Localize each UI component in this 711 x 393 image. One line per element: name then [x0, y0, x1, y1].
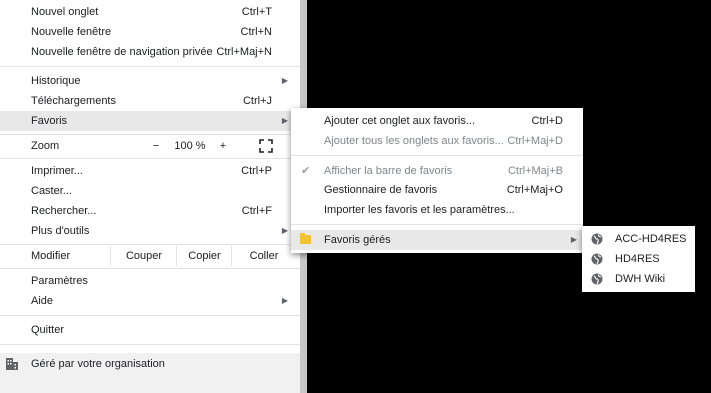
menu-separator — [0, 158, 300, 159]
menu-item-label: Favoris gérés — [324, 234, 391, 246]
cut-button[interactable]: Couper — [110, 246, 177, 266]
submenu-arrow-icon: ▶ — [281, 116, 288, 125]
submenu-arrow-icon: ▶ — [281, 226, 288, 235]
menu-separator — [0, 134, 300, 135]
menu-item-downloads[interactable]: Téléchargements Ctrl+J — [0, 91, 300, 111]
copy-button[interactable]: Copier — [176, 246, 232, 266]
folder-icon — [300, 233, 311, 244]
fullscreen-icon — [259, 139, 273, 153]
menu-edit-row: Modifier Couper Copier Coller — [0, 246, 300, 266]
menu-item-label: Rechercher... — [31, 205, 97, 217]
menu-item-label: Nouvel onglet — [31, 6, 99, 18]
menu-item-shortcut: Ctrl+N — [240, 26, 272, 38]
menu-item-quit[interactable]: Quitter — [0, 320, 300, 340]
submenu-item-import-bookmarks[interactable]: Importer les favoris et les paramètres..… — [291, 200, 583, 220]
globe-icon — [591, 273, 603, 285]
menu-item-new-incognito-window[interactable]: Nouvelle fenêtre de navigation privée Ct… — [0, 42, 300, 62]
bookmark-label: DWH Wiki — [615, 273, 666, 285]
submenu-item-managed-bookmarks[interactable]: Favoris gérés ▶ — [291, 230, 583, 250]
menu-item-print[interactable]: Imprimer... Ctrl+P — [0, 161, 300, 181]
menu-item-label: Ajouter tous les onglets aux favoris... — [324, 135, 504, 147]
menu-item-label: Nouvelle fenêtre — [31, 26, 112, 38]
zoom-in-button[interactable]: + — [212, 136, 234, 156]
paste-button[interactable]: Coller — [231, 246, 296, 266]
menu-item-find[interactable]: Rechercher... Ctrl+F — [0, 201, 300, 221]
menu-item-label: Gestionnaire de favoris — [324, 184, 438, 196]
menu-item-settings[interactable]: Paramètres — [0, 271, 300, 291]
submenu-item-show-bookmarks-bar[interactable]: ✔ Afficher la barre de favoris Ctrl+Maj+… — [291, 161, 583, 181]
menu-zoom-row: Zoom − 100 % + — [0, 136, 300, 156]
bookmark-item[interactable]: ACC-HD4RES — [582, 229, 695, 249]
menu-separator — [0, 344, 300, 345]
menu-item-shortcut: Ctrl+Maj+N — [216, 46, 272, 58]
menu-item-label: Caster... — [31, 185, 72, 197]
submenu-item-add-all-tabs[interactable]: Ajouter tous les onglets aux favoris... … — [291, 131, 583, 151]
menu-separator — [0, 315, 300, 316]
menu-item-shortcut: Ctrl+Maj+D — [507, 135, 563, 147]
submenu-arrow-icon: ▶ — [281, 296, 288, 305]
submenu-item-add-tab-bookmark[interactable]: Ajouter cet onglet aux favoris... Ctrl+D — [291, 111, 583, 131]
menu-item-help[interactable]: Aide ▶ — [0, 291, 300, 311]
menu-separator — [0, 66, 300, 67]
managed-bookmarks-submenu: ACC-HD4RES HD4RES DWH Wiki — [582, 226, 695, 292]
bookmark-label: HD4RES — [615, 253, 660, 265]
menu-item-label: Téléchargements — [31, 95, 116, 107]
menu-item-label: Nouvelle fenêtre de navigation privée — [31, 46, 213, 58]
menu-item-label: Plus d'outils — [31, 225, 90, 237]
building-icon — [6, 358, 18, 370]
menu-item-shortcut: Ctrl+Maj+B — [507, 165, 563, 177]
zoom-out-button[interactable]: − — [145, 136, 167, 156]
menu-item-history[interactable]: Historique ▶ — [0, 71, 300, 91]
bookmarks-submenu: Ajouter cet onglet aux favoris... Ctrl+D… — [291, 108, 583, 253]
menu-separator — [0, 268, 300, 269]
bookmark-item[interactable]: HD4RES — [582, 249, 695, 269]
menu-separator — [0, 244, 300, 245]
submenu-arrow-icon: ▶ — [570, 235, 577, 244]
menu-item-label: Importer les favoris et les paramètres..… — [324, 204, 515, 216]
bookmark-label: ACC-HD4RES — [615, 233, 687, 245]
menu-item-shortcut: Ctrl+T — [241, 6, 272, 18]
menu-item-shortcut: Ctrl+Maj+O — [506, 184, 563, 196]
menu-item-label: Imprimer... — [31, 165, 83, 177]
menu-item-label: Quitter — [31, 324, 65, 336]
chrome-main-menu: Nouvel onglet Ctrl+T Nouvelle fenêtre Ct… — [0, 0, 300, 393]
zoom-label: Zoom — [31, 140, 60, 152]
globe-icon — [591, 253, 603, 265]
menu-item-label: Historique — [31, 75, 81, 87]
globe-icon — [591, 233, 603, 245]
menu-separator — [291, 224, 583, 225]
menu-item-label: Afficher la barre de favoris — [324, 165, 453, 177]
menu-item-new-tab[interactable]: Nouvel onglet Ctrl+T — [0, 2, 300, 22]
menu-item-new-window[interactable]: Nouvelle fenêtre Ctrl+N — [0, 22, 300, 42]
bookmark-item[interactable]: DWH Wiki — [582, 269, 695, 289]
menu-item-label: Favoris — [31, 115, 68, 127]
menu-item-managed-by-org[interactable]: Géré par votre organisation — [0, 353, 300, 393]
menu-item-bookmarks[interactable]: Favoris ▶ — [0, 111, 300, 131]
submenu-arrow-icon: ▶ — [281, 76, 288, 85]
submenu-item-bookmark-manager[interactable]: Gestionnaire de favoris Ctrl+Maj+O — [291, 180, 583, 200]
menu-item-shortcut: Ctrl+D — [531, 115, 563, 127]
menu-item-label: Géré par votre organisation — [31, 358, 165, 370]
menu-item-shortcut: Ctrl+J — [242, 95, 272, 107]
menu-item-more-tools[interactable]: Plus d'outils ▶ — [0, 221, 300, 241]
menu-item-label: Aide — [31, 295, 54, 307]
menu-item-label: Ajouter cet onglet aux favoris... — [324, 115, 476, 127]
menu-item-shortcut: Ctrl+P — [241, 165, 272, 177]
menu-item-cast[interactable]: Caster... — [0, 181, 300, 201]
checkmark-icon: ✔ — [301, 165, 311, 177]
zoom-level: 100 % — [174, 140, 206, 152]
menu-separator — [291, 155, 583, 156]
menu-item-label: Paramètres — [31, 275, 88, 287]
edit-label: Modifier — [31, 250, 71, 262]
menu-item-shortcut: Ctrl+F — [241, 205, 272, 217]
fullscreen-button[interactable] — [252, 136, 280, 156]
